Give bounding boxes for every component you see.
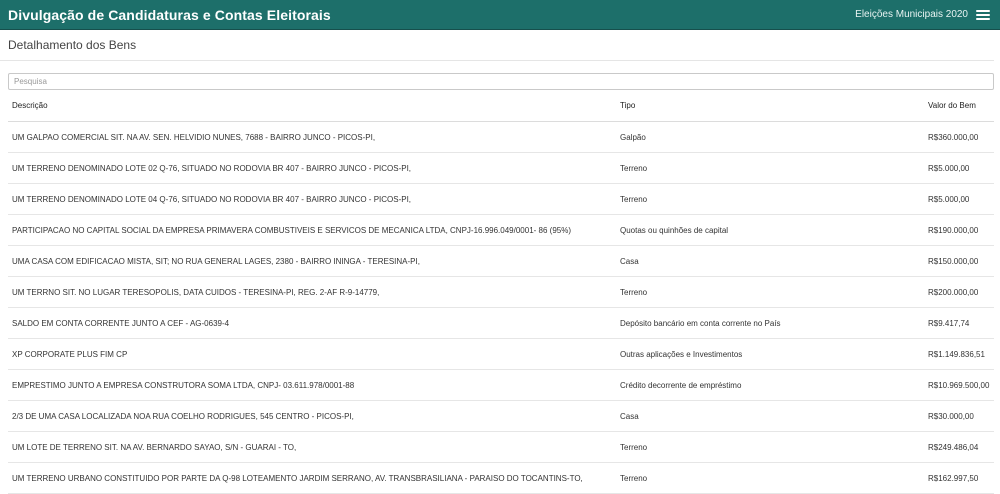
- cell-valor: R$200.000,00: [924, 276, 994, 308]
- search-area: [0, 61, 1000, 90]
- table-row: EMPRESTIMO JUNTO A EMPRESA CONSTRUTORA S…: [8, 369, 994, 401]
- cell-descricao: UM GALPAO COMERCIAL SIT. NA AV. SEN. HEL…: [8, 121, 616, 153]
- table-row: UM TERRENO DENOMINADO LOTE 02 Q-76, SITU…: [8, 152, 994, 184]
- cell-descricao: EMPRESTIMO JUNTO A EMPRESA CONSTRUTORA S…: [8, 369, 616, 401]
- top-bar: Divulgação de Candidaturas e Contas Elei…: [0, 0, 1000, 30]
- cell-descricao: UM LOTE DE TERRENO SIT. NA AV. BERNARDO …: [8, 431, 616, 463]
- table-row: UM LOTE DE TERRENO SIT. NA AV. BERNARDO …: [8, 431, 994, 463]
- table-row: UMA CASA COM EDIFICACAO MISTA, SIT; NO R…: [8, 245, 994, 277]
- cell-descricao: XP CORPORATE PLUS FIM CP: [8, 338, 616, 370]
- table-row: XP CORPORATE PLUS FIM CP Outras aplicaçõe…: [8, 338, 994, 370]
- table-body: UM GALPAO COMERCIAL SIT. NA AV. SEN. HEL…: [8, 121, 994, 494]
- cell-descricao: UM TERRENO DENOMINADO LOTE 04 Q-76, SITU…: [8, 183, 616, 215]
- cell-valor: R$249.486,04: [924, 431, 994, 463]
- cell-tipo: Casa: [616, 245, 924, 277]
- cell-descricao: UMA CASA COM EDIFICACAO MISTA, SIT; NO R…: [8, 245, 616, 277]
- table-row: UM TERRENO DENOMINADO LOTE 04 Q-76, SITU…: [8, 183, 994, 215]
- top-bar-right: Eleições Municipais 2020: [855, 9, 990, 20]
- cell-descricao: PARTICIPACAO NO CAPITAL SOCIAL DA EMPRES…: [8, 214, 616, 246]
- page-title: Detalhamento dos Bens: [8, 38, 137, 52]
- assets-table: Descrição Tipo Valor do Bem UM GALPAO CO…: [8, 90, 994, 494]
- cell-tipo: Terreno: [616, 276, 924, 308]
- cell-valor: R$9.417,74: [924, 307, 994, 339]
- cell-valor: R$30.000,00: [924, 400, 994, 432]
- table-row: UM TERRNO SIT. NO LUGAR TERESOPOLIS, DAT…: [8, 276, 994, 308]
- table-row: UM GALPAO COMERCIAL SIT. NA AV. SEN. HEL…: [8, 121, 994, 153]
- column-header-descricao[interactable]: Descrição: [8, 90, 616, 122]
- search-input[interactable]: [8, 73, 994, 90]
- cell-valor: R$360.000,00: [924, 121, 994, 153]
- hamburger-menu-icon[interactable]: [976, 9, 990, 20]
- cell-tipo: Casa: [616, 400, 924, 432]
- table-header-row: Descrição Tipo Valor do Bem: [8, 90, 994, 122]
- app-title: Divulgação de Candidaturas e Contas Elei…: [8, 6, 331, 23]
- election-label: Eleições Municipais 2020: [855, 9, 968, 20]
- cell-valor: R$150.000,00: [924, 245, 994, 277]
- table-row: SALDO EM CONTA CORRENTE JUNTO A CEF - AG…: [8, 307, 994, 339]
- cell-valor: R$5.000,00: [924, 152, 994, 184]
- cell-valor: R$10.969.500,00: [924, 369, 994, 401]
- cell-tipo: Terreno: [616, 431, 924, 463]
- page-header: Detalhamento dos Bens: [0, 30, 994, 61]
- cell-tipo: Quotas ou quinhões de capital: [616, 214, 924, 246]
- column-header-valor[interactable]: Valor do Bem: [924, 90, 994, 122]
- cell-tipo: Terreno: [616, 462, 924, 494]
- table-row: PARTICIPACAO NO CAPITAL SOCIAL DA EMPRES…: [8, 214, 994, 246]
- cell-tipo: Depósito bancário em conta corrente no P…: [616, 307, 924, 339]
- column-header-tipo[interactable]: Tipo: [616, 90, 924, 122]
- cell-descricao: 2/3 DE UMA CASA LOCALIZADA NOA RUA COELH…: [8, 400, 616, 432]
- cell-descricao: UM TERRENO DENOMINADO LOTE 02 Q-76, SITU…: [8, 152, 616, 184]
- cell-tipo: Terreno: [616, 183, 924, 215]
- cell-tipo: Terreno: [616, 152, 924, 184]
- cell-tipo: Outras aplicações e Investimentos: [616, 338, 924, 370]
- table-row: UM TERRENO URBANO CONSTITUIDO POR PARTE …: [8, 462, 994, 494]
- cell-descricao: UM TERRNO SIT. NO LUGAR TERESOPOLIS, DAT…: [8, 276, 616, 308]
- cell-valor: R$162.997,50: [924, 462, 994, 494]
- table-row: 2/3 DE UMA CASA LOCALIZADA NOA RUA COELH…: [8, 400, 994, 432]
- cell-descricao: UM TERRENO URBANO CONSTITUIDO POR PARTE …: [8, 462, 616, 494]
- cell-tipo: Crédito decorrente de empréstimo: [616, 369, 924, 401]
- cell-tipo: Galpão: [616, 121, 924, 153]
- cell-valor: R$190.000,00: [924, 214, 994, 246]
- cell-valor: R$5.000,00: [924, 183, 994, 215]
- cell-valor: R$1.149.836,51: [924, 338, 994, 370]
- cell-descricao: SALDO EM CONTA CORRENTE JUNTO A CEF - AG…: [8, 307, 616, 339]
